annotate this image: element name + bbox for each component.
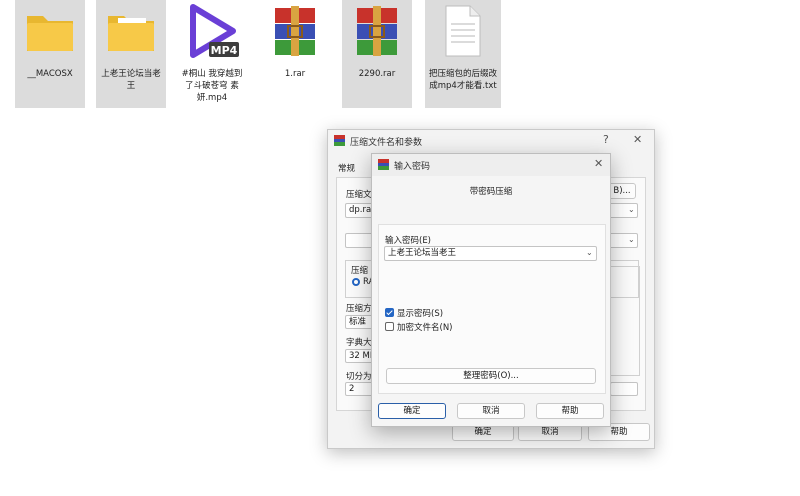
winrar-app-icon <box>334 135 345 146</box>
winrar-app-icon <box>378 159 389 170</box>
close-icon[interactable]: ✕ <box>594 157 603 170</box>
encrypt-names-checkbox[interactable] <box>385 322 394 331</box>
encrypt-names-label: 加密文件名(N) <box>397 323 453 333</box>
password-header: 带密码压缩 <box>469 187 513 197</box>
options-group <box>610 266 640 376</box>
desktop-icon-macosx[interactable]: __MACOSX <box>15 0 85 108</box>
folder-icon <box>27 16 73 51</box>
cancel-button[interactable]: 取消 <box>457 403 525 419</box>
tab-general[interactable]: 常规 <box>338 162 355 174</box>
winrar-archive-icon <box>357 6 397 56</box>
split-label: 切分为 <box>346 372 372 382</box>
mp4-badge: MP4 <box>211 44 238 57</box>
chevron-down-icon[interactable]: ⌄ <box>628 235 635 244</box>
desktop-icon-label: 把压缩包的后缀改成mp4才能看.txt <box>428 69 497 91</box>
desktop-icon-txt[interactable]: 把压缩包的后缀改成mp4才能看.txt <box>425 0 501 108</box>
show-password-checkbox[interactable] <box>385 308 394 317</box>
folder-icon <box>108 16 154 51</box>
archive-name-label: 压缩文 <box>346 190 372 200</box>
desktop-icon-mp4[interactable]: MP4 #桐山 我穿越到了斗破苍穹 素妍.mp4 <box>177 0 247 108</box>
help-title-button[interactable]: ? <box>603 133 609 146</box>
update-mode-select[interactable] <box>610 382 638 396</box>
password-dialog-titlebar: 输入密码 ✕ <box>372 154 610 176</box>
password-dialog: 输入密码 ✕ 带密码压缩 输入密码(E) 上老王论坛当老王 ⌄ 显示密码(S) … <box>371 153 611 427</box>
password-label: 输入密码(E) <box>385 236 432 246</box>
show-password-label: 显示密码(S) <box>397 309 444 319</box>
winrar-archive-icon <box>275 6 315 56</box>
browse-button[interactable]: B)... <box>608 183 636 199</box>
password-input[interactable]: 上老王论坛当老王 <box>384 246 597 261</box>
desktop-icon-label: 2290.rar <box>358 69 396 79</box>
format-group-label: 压缩 <box>351 266 369 276</box>
desktop-icon-label: #桐山 我穿越到了斗破苍穹 素妍.mp4 <box>181 69 243 103</box>
password-dialog-title: 输入密码 <box>394 162 431 172</box>
ok-button[interactable]: 确定 <box>378 403 446 419</box>
desktop-icon-laowang-folder[interactable]: 上老王论坛当老王 <box>96 0 166 108</box>
chevron-down-icon[interactable]: ⌄ <box>586 248 593 257</box>
help-button[interactable]: 帮助 <box>536 403 604 419</box>
mp4-play-icon: MP4 <box>190 4 239 58</box>
desktop-icon-label: 1.rar <box>284 69 306 79</box>
desktop-icon-label: 上老王论坛当老王 <box>101 69 161 91</box>
method-label: 压缩方 <box>346 304 372 314</box>
text-file-icon <box>445 5 481 57</box>
archive-dialog-titlebar: 压缩文件名和参数 ? ✕ <box>328 130 654 152</box>
desktop-icon-1-rar[interactable]: 1.rar <box>260 0 330 108</box>
desktop-icon-2290-rar[interactable]: 2290.rar <box>342 0 412 108</box>
organize-passwords-button[interactable]: 整理密码(O)... <box>386 368 596 384</box>
close-icon[interactable]: ✕ <box>633 133 642 146</box>
dict-label: 字典大 <box>346 338 372 348</box>
desktop-icon-label: __MACOSX <box>27 69 73 79</box>
format-radio[interactable] <box>352 278 360 286</box>
chevron-down-icon[interactable]: ⌄ <box>628 205 635 214</box>
archive-dialog-title: 压缩文件名和参数 <box>350 138 423 148</box>
